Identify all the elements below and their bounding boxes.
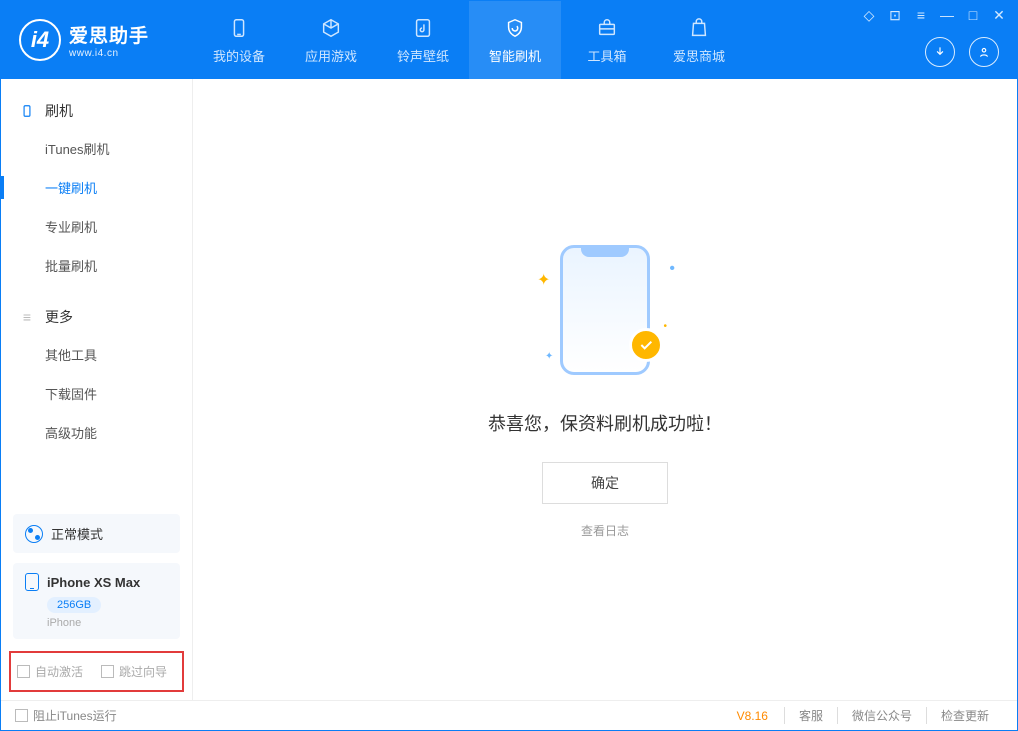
header-round-buttons [925, 37, 999, 67]
device-icon [19, 103, 35, 119]
sidebar-item-oneclick-flash[interactable]: 一键刷机 [1, 168, 192, 207]
cube-icon [319, 16, 343, 40]
phone-icon [227, 16, 251, 40]
normal-mode-icon [25, 525, 43, 543]
ok-button[interactable]: 确定 [542, 462, 668, 504]
sparkle-icon: ✦ [537, 270, 550, 290]
tab-ringtone-wallpaper[interactable]: 铃声壁纸 [377, 1, 469, 79]
user-button[interactable] [969, 37, 999, 67]
sidebar-item-other-tools[interactable]: 其他工具 [1, 335, 192, 374]
success-message: 恭喜您，保资料刷机成功啦！ [488, 410, 722, 436]
app-logo: i4 爱思助手 www.i4.cn [1, 19, 193, 61]
tab-store[interactable]: 爱思商城 [653, 1, 745, 79]
device-name-label: iPhone XS Max [47, 575, 140, 590]
status-bar: 阻止iTunes运行 V8.16 客服 微信公众号 检查更新 [1, 700, 1017, 730]
sidebar-item-batch-flash[interactable]: 批量刷机 [1, 246, 192, 285]
auto-activate-checkbox[interactable]: 自动激活 [17, 663, 83, 680]
close-icon[interactable]: ✕ [991, 7, 1007, 24]
sidebar-item-pro-flash[interactable]: 专业刷机 [1, 207, 192, 246]
sidebar-item-advanced[interactable]: 高级功能 [1, 413, 192, 452]
tab-toolbox[interactable]: 工具箱 [561, 1, 653, 79]
block-itunes-checkbox[interactable]: 阻止iTunes运行 [15, 707, 117, 724]
tab-smart-flash[interactable]: 智能刷机 [469, 1, 561, 79]
checkbox-icon [101, 665, 114, 678]
sidebar-item-itunes-flash[interactable]: iTunes刷机 [1, 129, 192, 168]
checkbox-icon [17, 665, 30, 678]
minimize-icon[interactable]: — [939, 7, 955, 24]
sidebar: 刷机 iTunes刷机 一键刷机 专业刷机 批量刷机 ≡ 更多 其他工具 下载固… [1, 79, 193, 700]
list-icon: ≡ [19, 309, 35, 325]
check-badge-icon [629, 328, 663, 362]
logo-icon: i4 [19, 19, 61, 61]
skip-guide-checkbox[interactable]: 跳过向导 [101, 663, 167, 680]
device-info-row[interactable]: iPhone XS Max 256GB iPhone [13, 563, 180, 639]
skin-icon[interactable]: ◇ [861, 7, 877, 24]
feedback-icon[interactable]: ⊡ [887, 7, 903, 24]
download-button[interactable] [925, 37, 955, 67]
maximize-icon[interactable]: □ [965, 7, 981, 24]
sidebar-section-more: ≡ 更多 [1, 299, 192, 335]
success-illustration: ✦ • ✦ • [535, 240, 675, 380]
footer-link-update[interactable]: 检查更新 [926, 707, 1003, 724]
main-content: ✦ • ✦ • 恭喜您，保资料刷机成功啦！ 确定 查看日志 [193, 79, 1017, 700]
device-type-label: iPhone [47, 617, 168, 629]
app-name-en: www.i4.cn [69, 48, 149, 59]
device-mode-label: 正常模式 [51, 524, 103, 543]
app-header: i4 爱思助手 www.i4.cn 我的设备 应用游戏 铃声壁纸 智能刷机 工具… [1, 1, 1017, 79]
phone-outline-icon [25, 573, 39, 591]
options-highlight-box: 自动激活 跳过向导 [9, 651, 184, 692]
version-label: V8.16 [737, 709, 768, 723]
sidebar-section-flash: 刷机 [1, 93, 192, 129]
menu-icon[interactable]: ≡ [913, 7, 929, 24]
shopping-bag-icon [687, 16, 711, 40]
sparkle-icon: • [663, 321, 667, 332]
footer-link-support[interactable]: 客服 [784, 707, 837, 724]
sidebar-item-download-firmware[interactable]: 下载固件 [1, 374, 192, 413]
view-log-link[interactable]: 查看日志 [581, 522, 629, 539]
device-storage-badge: 256GB [47, 597, 101, 613]
header-tabs: 我的设备 应用游戏 铃声壁纸 智能刷机 工具箱 爱思商城 [193, 1, 745, 79]
toolbox-icon [595, 16, 619, 40]
shield-refresh-icon [503, 16, 527, 40]
tab-apps-games[interactable]: 应用游戏 [285, 1, 377, 79]
sparkle-icon: ✦ [545, 351, 553, 362]
app-name-cn: 爱思助手 [69, 21, 149, 48]
tab-my-device[interactable]: 我的设备 [193, 1, 285, 79]
footer-link-wechat[interactable]: 微信公众号 [837, 707, 926, 724]
device-mode-row[interactable]: 正常模式 [13, 514, 180, 553]
sparkle-icon: • [669, 260, 675, 278]
music-file-icon [411, 16, 435, 40]
window-controls: ◇ ⊡ ≡ — □ ✕ [861, 7, 1007, 24]
checkbox-icon [15, 709, 28, 722]
